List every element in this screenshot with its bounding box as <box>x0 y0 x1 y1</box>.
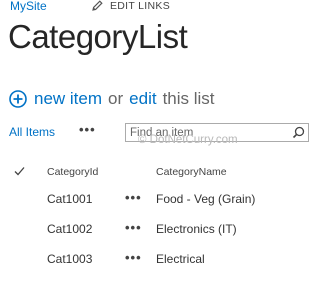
view-more-ellipsis-icon[interactable]: ••• <box>79 122 96 137</box>
column-header-categoryname[interactable]: CategoryName <box>156 166 227 178</box>
plus-circle-icon[interactable] <box>9 90 27 108</box>
new-item-link[interactable]: new item <box>34 89 102 109</box>
search-box <box>125 123 309 142</box>
site-link[interactable]: MySite <box>10 0 47 13</box>
category-name-cell: Food - Veg (Grain) <box>156 192 256 206</box>
category-id-cell[interactable]: Cat1001 <box>47 192 92 206</box>
list-table: CategoryId CategoryName Cat1001 ••• Food… <box>0 158 323 276</box>
edit-list-link[interactable]: edit <box>129 89 156 109</box>
search-input[interactable] <box>130 125 280 140</box>
sharepoint-list-page: MySite EDIT LINKS CategoryList new item … <box>0 0 323 282</box>
table-row[interactable]: Cat1003 ••• Electrical <box>0 246 323 276</box>
table-row[interactable]: Cat1002 ••• Electronics (IT) <box>0 216 323 246</box>
row-menu-ellipsis-icon[interactable]: ••• <box>125 250 142 265</box>
edit-links-label: EDIT LINKS <box>110 0 170 12</box>
table-header: CategoryId CategoryName <box>0 158 323 186</box>
view-all-items[interactable]: All Items <box>9 125 55 139</box>
category-id-cell[interactable]: Cat1002 <box>47 222 92 236</box>
this-list-text: this list <box>162 89 215 108</box>
table-row[interactable]: Cat1001 ••• Food - Veg (Grain) <box>0 186 323 216</box>
column-header-categoryid[interactable]: CategoryId <box>47 166 98 178</box>
category-name-cell: Electronics (IT) <box>156 222 237 236</box>
row-menu-ellipsis-icon[interactable]: ••• <box>125 220 142 235</box>
or-text: or <box>108 89 124 108</box>
pencil-icon <box>92 0 103 11</box>
list-actions: new item or edit this list <box>9 89 221 109</box>
checkmark-icon[interactable] <box>14 166 25 176</box>
page-title: CategoryList <box>8 18 188 55</box>
row-menu-ellipsis-icon[interactable]: ••• <box>125 190 142 205</box>
category-name-cell: Electrical <box>156 252 205 266</box>
edit-links-button[interactable]: EDIT LINKS <box>91 0 170 12</box>
view-toolbar: All Items ••• <box>0 120 323 146</box>
category-id-cell[interactable]: Cat1003 <box>47 252 92 266</box>
search-icon[interactable] <box>292 126 305 139</box>
